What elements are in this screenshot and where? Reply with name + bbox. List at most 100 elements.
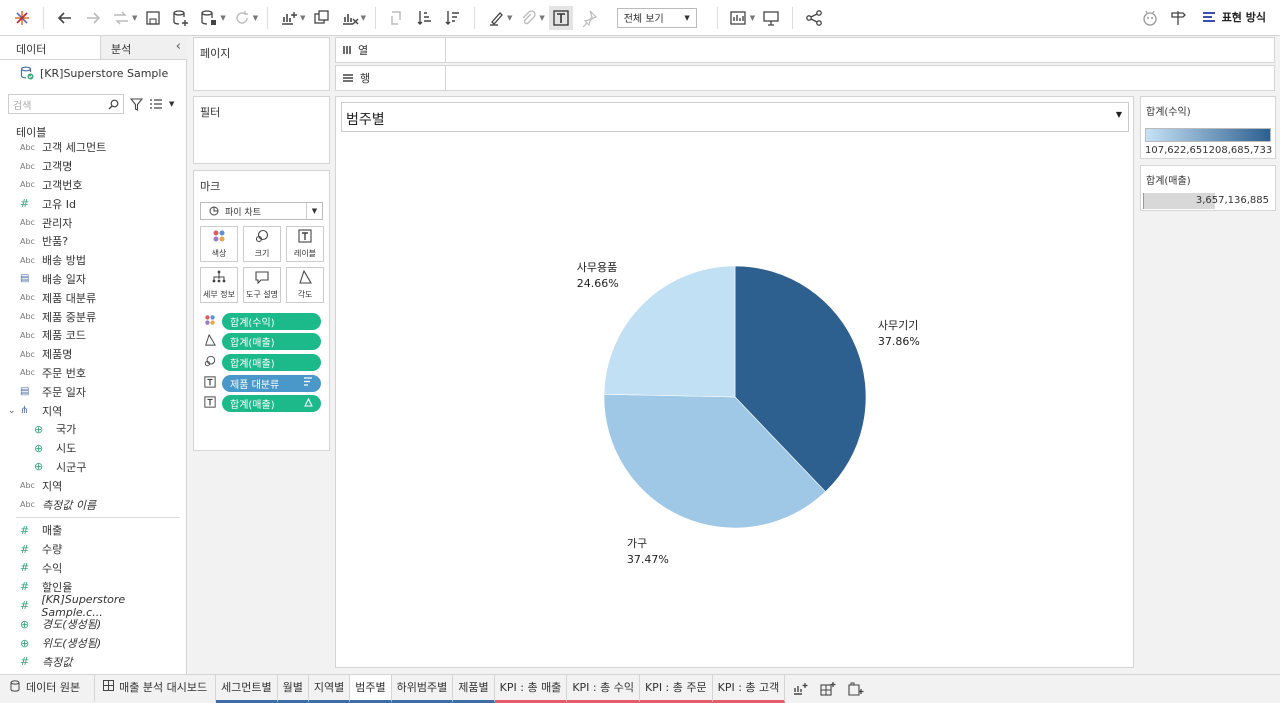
view-caret-icon[interactable]: ▼	[169, 100, 174, 108]
sort-ascending-icon[interactable]	[413, 6, 437, 30]
field-item[interactable]: ⊕ 시도	[0, 439, 186, 458]
legend-sales[interactable]: 합계(매출) 3,657,136,885	[1140, 165, 1276, 211]
field-item[interactable]: Abc 지역	[0, 476, 186, 495]
refresh-caret-icon[interactable]: ▼	[253, 14, 258, 22]
rows-shelf[interactable]: 행	[335, 65, 1275, 91]
fit-select[interactable]: 전체 보기 ▼	[616, 7, 697, 28]
mark-card-label[interactable]: 레이블	[286, 226, 324, 262]
field-pill[interactable]: 합계(수익)	[222, 312, 321, 330]
replace-data-icon[interactable]	[109, 6, 133, 30]
mark-card-angle[interactable]: 각도	[286, 267, 324, 303]
sheet-tab[interactable]: 매출 분석 대시보드	[95, 674, 217, 703]
field-item[interactable]: Abc 제품 대분류	[0, 288, 186, 307]
field-item[interactable]: Abc 제품 코드	[0, 326, 186, 345]
field-item[interactable]: # 측정값	[0, 653, 186, 672]
guide-icon[interactable]	[1166, 6, 1190, 30]
legend-profit[interactable]: 합계(수익) 107,622,651 208,685,733	[1140, 96, 1276, 159]
label-icon[interactable]	[204, 396, 222, 411]
label-icon[interactable]	[204, 375, 222, 391]
clear-caret-icon[interactable]: ▼	[361, 14, 366, 22]
undo-icon[interactable]	[53, 6, 77, 30]
duplicate-icon[interactable]	[310, 6, 334, 30]
mark-card-size[interactable]: 크기	[243, 226, 281, 262]
field-item[interactable]: # 수익	[0, 559, 186, 578]
field-item[interactable]: Abc 제품명	[0, 345, 186, 364]
redo-icon[interactable]	[81, 6, 105, 30]
show-cards-caret-icon[interactable]: ▼	[750, 14, 755, 22]
search-input[interactable]: 검색	[8, 94, 124, 114]
field-item[interactable]: Abc 반품?	[0, 232, 186, 251]
datasource-item[interactable]: [KR]Superstore Sample	[0, 60, 186, 86]
mark-card-color[interactable]: 색상	[200, 226, 238, 262]
columns-shelf[interactable]: 열	[335, 37, 1275, 63]
new-worksheet-icon[interactable]	[787, 675, 813, 703]
group-members-icon[interactable]	[516, 6, 540, 30]
sheet-tab[interactable]: 하위범주별	[391, 674, 454, 703]
mark-card-detail[interactable]: 세부 정보	[200, 267, 238, 303]
field-item[interactable]: ⊕ 국가	[0, 420, 186, 439]
field-item[interactable]: ▤ 배송 일자	[0, 270, 186, 289]
group-caret-icon[interactable]: ▼	[539, 14, 544, 22]
sheet-tab[interactable]: 데이터 원본	[0, 674, 96, 703]
mark-card-tooltip[interactable]: 도구 설명	[243, 267, 281, 303]
angle-icon[interactable]	[204, 334, 222, 349]
field-item[interactable]: ⊕ 시군구	[0, 458, 186, 477]
highlight-caret-icon[interactable]: ▼	[507, 14, 512, 22]
field-item[interactable]: Abc 고객번호	[0, 176, 186, 195]
filter-icon[interactable]	[130, 97, 143, 111]
filters-shelf[interactable]: 필터	[193, 96, 330, 164]
field-item[interactable]: ⊕ 위도(생성됨)	[0, 634, 186, 653]
pages-shelf[interactable]: 페이지	[193, 37, 330, 91]
sheet-tab[interactable]: 월별	[277, 674, 309, 703]
refresh-icon[interactable]	[230, 6, 254, 30]
datasource-caret-icon[interactable]: ▼	[220, 14, 225, 22]
tableau-logo-icon[interactable]	[10, 6, 34, 30]
new-datasource-icon[interactable]	[169, 6, 193, 30]
sheet-tab[interactable]: KPI : 총 매출	[494, 674, 568, 703]
sheet-tab[interactable]: 범주별	[350, 674, 392, 703]
swap-icon[interactable]	[385, 6, 409, 30]
mark-type-select[interactable]: 파이 차트 ▼	[200, 202, 323, 220]
fix-axes-icon[interactable]	[577, 6, 601, 30]
field-item[interactable]: # [KR]Superstore Sample.c...	[0, 593, 186, 619]
field-item[interactable]: Abc 측정값 이름	[0, 495, 186, 514]
sheet-tab[interactable]: KPI : 총 주문	[639, 674, 713, 703]
field-item[interactable]: Abc 고객 세그먼트	[0, 138, 186, 157]
pause-updates-icon[interactable]	[197, 6, 221, 30]
new-worksheet-icon[interactable]	[277, 6, 301, 30]
new-dashboard-icon[interactable]	[815, 675, 841, 703]
new-worksheet-caret-icon[interactable]: ▼	[300, 14, 305, 22]
field-item[interactable]: Abc 주문 번호	[0, 364, 186, 383]
field-pill[interactable]: 제품 대분류	[222, 374, 321, 392]
sheet-tab[interactable]: 제품별	[453, 674, 495, 703]
highlight-icon[interactable]	[484, 6, 508, 30]
sheet-tab[interactable]: 지역별	[308, 674, 351, 703]
field-item[interactable]: # 매출	[0, 521, 186, 540]
clear-sheet-icon[interactable]	[338, 6, 362, 30]
field-item[interactable]: Abc 배송 방법	[0, 251, 186, 270]
size-icon[interactable]	[204, 355, 222, 370]
show-me-button[interactable]: 표현 방식	[1202, 9, 1266, 25]
hierarchy-item[interactable]: ⌄ ⋔ 지역	[0, 401, 186, 420]
field-pill[interactable]: 합계(매출)	[222, 395, 321, 413]
sheet-tab[interactable]: KPI : 총 수익	[567, 674, 640, 703]
show-cards-icon[interactable]	[727, 6, 751, 30]
field-item[interactable]: # 고유 Id	[0, 194, 186, 213]
field-pill[interactable]: 합계(매출)	[222, 353, 321, 371]
chevron-down-icon[interactable]: ⌄	[0, 406, 16, 416]
save-icon[interactable]	[141, 6, 165, 30]
field-item[interactable]: # 수량	[0, 540, 186, 559]
field-item[interactable]: Abc 고객명	[0, 157, 186, 176]
tab-analytics[interactable]: 분석 ‹	[100, 36, 187, 59]
field-pill[interactable]: 합계(매출)	[222, 333, 321, 351]
color-icon[interactable]	[204, 314, 222, 329]
presentation-mode-icon[interactable]	[759, 6, 783, 30]
view-list-icon[interactable]	[149, 98, 163, 110]
sort-descending-icon[interactable]	[441, 6, 465, 30]
field-item[interactable]: ▤ 주문 일자	[0, 382, 186, 401]
ask-data-icon[interactable]	[1138, 6, 1162, 30]
tab-data[interactable]: 데이터	[0, 36, 100, 59]
sheet-tab[interactable]: 세그먼트별	[216, 674, 278, 703]
replace-caret-icon[interactable]: ▼	[132, 14, 137, 22]
sheet-tab[interactable]: KPI : 총 고객	[712, 674, 786, 703]
